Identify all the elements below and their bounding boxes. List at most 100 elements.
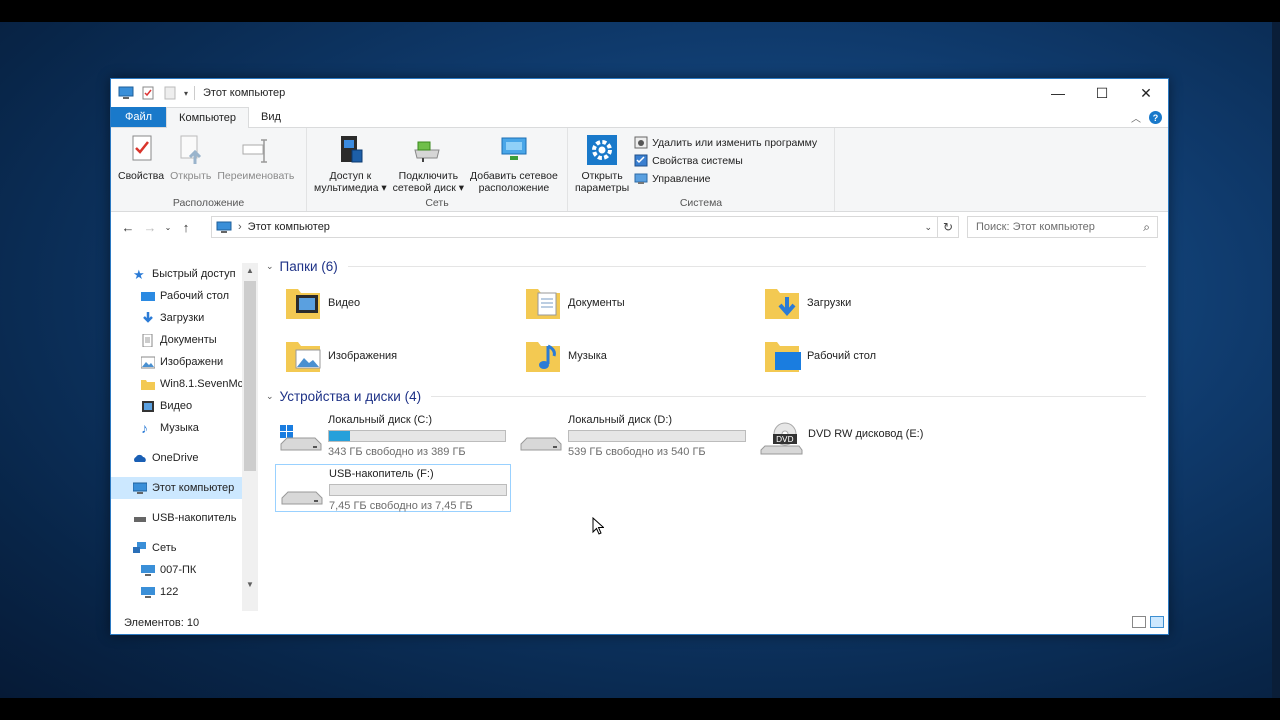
nav-network[interactable]: Сеть — [111, 537, 258, 559]
uninstall-program-button[interactable]: Удалить или изменить программу — [634, 136, 817, 149]
status-bar: Элементов: 10 — [111, 612, 1168, 634]
nav-win81-folder[interactable]: Win8.1.SevenMc — [111, 373, 258, 395]
dvd-drive-icon: DVD — [760, 422, 803, 455]
folder-downloads[interactable]: Загрузки — [763, 281, 851, 325]
folder-videos[interactable]: Видео — [284, 281, 360, 325]
tab-view[interactable]: Вид — [249, 107, 293, 127]
qa-dropdown-icon[interactable]: ▾ — [184, 89, 188, 98]
network-drive-icon — [414, 141, 440, 162]
properties-icon — [132, 135, 152, 161]
network-icon — [133, 541, 146, 553]
gear-icon — [587, 135, 618, 165]
nav-scroll-thumb[interactable] — [244, 281, 256, 471]
address-dropdown-icon[interactable]: ⌄ — [924, 222, 932, 233]
scroll-up-icon[interactable]: ▲ — [242, 266, 258, 275]
computer-icon — [141, 564, 155, 576]
nav-music[interactable]: ♪ Музыка — [111, 417, 258, 439]
tiles-view-button[interactable] — [1150, 616, 1164, 628]
navigation-pane: ★ Быстрый доступ Рабочий стол📌 Загрузки📌… — [111, 263, 258, 611]
folder-icon — [141, 379, 155, 390]
folder-pictures[interactable]: Изображения — [284, 334, 397, 378]
hard-drive-icon — [520, 437, 562, 451]
close-button[interactable]: ✕ — [1124, 79, 1168, 107]
address-bar[interactable]: › Этот компьютер ⌄ — [211, 216, 938, 238]
computer-icon — [141, 586, 155, 598]
usb-drive-icon — [134, 516, 146, 522]
nav-quick-access[interactable]: ★ Быстрый доступ — [111, 263, 258, 285]
window-buttons: — ☐ ✕ — [1036, 79, 1168, 107]
nav-downloads[interactable]: Загрузки📌 — [111, 307, 258, 329]
system-properties-icon — [634, 154, 648, 167]
nav-onedrive[interactable]: OneDrive — [111, 447, 258, 469]
nav-pictures[interactable]: Изображени📌 — [111, 351, 258, 373]
drive-usage-fill — [329, 431, 351, 441]
search-icon: ⌕ — [1143, 220, 1150, 234]
group-label-network: Сеть — [425, 197, 449, 209]
drive-c[interactable]: Локальный диск (C:) 343 ГБ свободно из 3… — [275, 411, 511, 459]
drive-usage-bar — [329, 484, 507, 496]
folders-section-header[interactable]: ⌄ Папки (6) — [266, 259, 1146, 274]
tab-file[interactable]: Файл — [111, 107, 167, 127]
forward-button[interactable]: → — [139, 220, 161, 235]
section-divider — [347, 266, 1146, 267]
search-input[interactable]: Поиск: Этот компьютер ⌕ — [967, 216, 1158, 238]
back-button[interactable]: ← — [117, 220, 139, 235]
drive-free-space: 343 ГБ свободно из 389 ГБ — [328, 446, 466, 458]
status-item-count: Элементов: 10 — [124, 617, 200, 629]
properties-icon[interactable] — [140, 86, 156, 100]
recent-locations-button[interactable]: ⌄ — [161, 223, 175, 232]
collapse-chevron-icon: ⌄ — [266, 261, 274, 271]
drive-usage-bar — [328, 430, 506, 442]
desktop-icon — [141, 291, 155, 301]
svg-text:DVD: DVD — [776, 435, 794, 444]
minimize-button[interactable]: — — [1036, 79, 1080, 107]
nav-videos[interactable]: Видео — [111, 395, 258, 417]
new-folder-icon[interactable] — [162, 86, 178, 100]
explorer-window: ▾ Этот компьютер — ☐ ✕ Файл Компьютер Ви… — [110, 78, 1169, 635]
drive-name: USB-накопитель (F:) — [329, 468, 434, 480]
drive-f-usb[interactable]: USB-накопитель (F:) 7,45 ГБ свободно из … — [275, 464, 511, 512]
collapse-chevron-icon: ⌄ — [266, 391, 274, 401]
drive-free-space: 539 ГБ свободно из 540 ГБ — [568, 446, 706, 458]
video-icon — [142, 400, 154, 412]
maximize-button[interactable]: ☐ — [1080, 79, 1124, 107]
nav-this-pc[interactable]: Этот компьютер — [111, 477, 258, 499]
drive-name: DVD RW дисковод (E:) — [808, 428, 924, 440]
drive-e-dvd[interactable]: DVD DVD RW дисковод (E:) — [755, 411, 991, 459]
refresh-button[interactable]: ↻ — [937, 216, 959, 238]
search-placeholder: Поиск: Этот компьютер — [976, 221, 1095, 233]
folder-desktop[interactable]: Рабочий стол — [763, 334, 876, 378]
group-location: Свойства Открыть Переименовать Расположе… — [111, 128, 307, 211]
windows-drive-icon — [280, 425, 322, 451]
nav-scrollbar[interactable]: ▲ ▼ — [242, 263, 258, 611]
document-icon — [142, 333, 153, 347]
folder-documents[interactable]: Документы — [524, 281, 625, 325]
computer-icon — [133, 482, 147, 494]
scroll-down-icon[interactable]: ▼ — [242, 580, 258, 589]
address-row: ← → ⌄ ↑ › Этот компьютер ⌄ ↻ Поиск: Этот… — [111, 212, 1168, 242]
system-properties-button[interactable]: Свойства системы — [634, 154, 817, 167]
tab-computer[interactable]: Компьютер — [166, 107, 249, 128]
folder-music[interactable]: Музыка — [524, 334, 607, 378]
up-button[interactable]: ↑ — [175, 220, 197, 235]
view-switcher — [1132, 616, 1164, 628]
content-area: ⌄ Папки (6) Видео Документы Загрузки Изо… — [266, 255, 1161, 611]
manage-button[interactable]: Управление — [634, 172, 817, 185]
nav-usb[interactable]: USB-накопитель — [111, 507, 258, 529]
media-server-icon — [341, 136, 363, 163]
open-icon — [180, 135, 201, 164]
help-icon[interactable]: ? — [1149, 111, 1162, 124]
uninstall-icon — [634, 136, 648, 149]
devices-section-header[interactable]: ⌄ Устройства и диски (4) — [266, 389, 1146, 404]
title-bar: ▾ Этот компьютер — ☐ ✕ — [111, 79, 1168, 107]
collapse-ribbon-icon[interactable]: ︿ — [1131, 110, 1141, 125]
nav-desktop[interactable]: Рабочий стол📌 — [111, 285, 258, 307]
details-view-button[interactable] — [1132, 616, 1146, 628]
nav-pc-122[interactable]: 122 — [111, 581, 258, 603]
group-network: Доступ к мультимедиа ▾ Подключить сетево… — [307, 128, 568, 211]
nav-pc-007[interactable]: 007-ПК — [111, 559, 258, 581]
drive-d[interactable]: Локальный диск (D:) 539 ГБ свободно из 5… — [515, 411, 751, 459]
videos-folder-icon — [286, 289, 320, 319]
nav-documents[interactable]: Документы📌 — [111, 329, 258, 351]
group-system: Открыть параметры Удалить или изменить п… — [568, 128, 835, 211]
